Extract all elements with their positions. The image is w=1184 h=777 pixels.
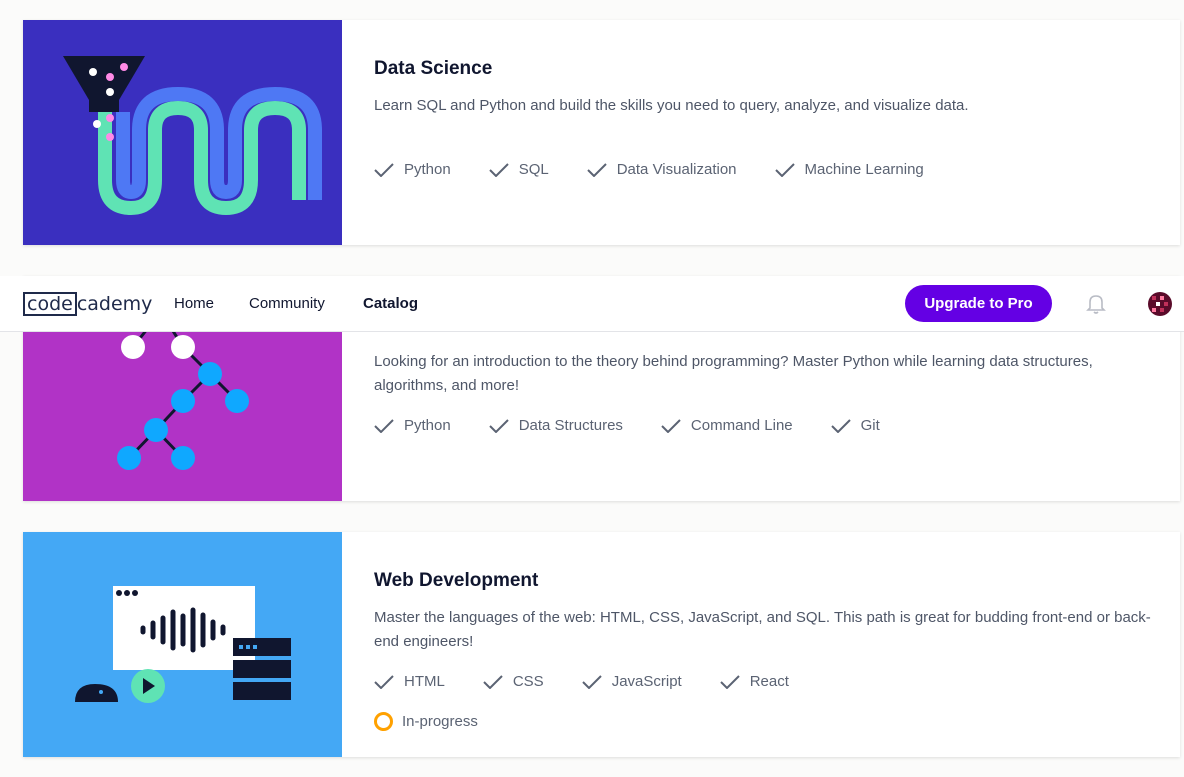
skill-item: React (720, 673, 789, 690)
avatar[interactable] (1148, 292, 1172, 316)
nav-home-link[interactable]: Home (174, 295, 214, 312)
skill-list: HTML CSS JavaScript React (374, 673, 827, 690)
skill-item: SQL (488, 161, 549, 178)
nav-community-link[interactable]: Community (249, 295, 325, 312)
bell-icon[interactable] (1086, 293, 1106, 315)
skill-item: Command Line (661, 417, 793, 434)
card-title[interactable]: Web Development (374, 570, 538, 592)
check-icon (774, 162, 795, 177)
skill-list: Python SQL Data Visualization Machine Le… (374, 161, 962, 178)
check-icon (488, 162, 509, 177)
check-icon (483, 674, 503, 689)
web-development-illustration (23, 532, 342, 757)
skill-item: Data Structures (488, 417, 623, 434)
check-icon (374, 162, 394, 177)
check-icon (374, 418, 394, 433)
card-info: Web Development Master the languages of … (342, 532, 1180, 757)
skill-item: Git (830, 417, 880, 434)
check-icon (488, 418, 509, 433)
codecademy-logo[interactable]: code cademy (23, 292, 152, 316)
skill-item: CSS (483, 673, 544, 690)
skill-item: Python (374, 161, 451, 178)
check-icon (720, 674, 740, 689)
skill-item: JavaScript (581, 673, 682, 690)
skill-list: Python Data Structures Command Line Git (374, 417, 918, 434)
progress-status: In-progress (374, 712, 478, 731)
card-info: Data Science Learn SQL and Python and bu… (342, 20, 1180, 245)
skill-item: Data Visualization (587, 161, 737, 178)
check-icon (661, 418, 681, 433)
path-card-web-development[interactable]: Web Development Master the languages of … (23, 532, 1180, 757)
skill-item: Python (374, 417, 451, 434)
check-icon (374, 674, 394, 689)
card-description: Master the languages of the web: HTML, C… (374, 609, 1151, 650)
card-description: Learn SQL and Python and build the skill… (374, 97, 969, 114)
progress-label: In-progress (402, 713, 478, 730)
upgrade-to-pro-button[interactable]: Upgrade to Pro (905, 285, 1052, 322)
nav-catalog-link[interactable]: Catalog (363, 295, 418, 312)
logo-box-text: code (23, 292, 77, 316)
logo-rest-text: cademy (76, 293, 153, 315)
card-description: Looking for an introduction to the theor… (374, 353, 1093, 394)
data-science-illustration (23, 20, 342, 245)
skill-item: Machine Learning (774, 161, 924, 178)
card-title[interactable]: Data Science (374, 58, 492, 80)
path-card-data-science[interactable]: Data Science Learn SQL and Python and bu… (23, 20, 1180, 245)
check-icon (830, 418, 851, 433)
progress-ring-icon (374, 712, 393, 731)
check-icon (581, 674, 602, 689)
top-navigation-bar: code cademy Home Community Catalog Upgrad… (0, 276, 1184, 332)
check-icon (587, 162, 607, 177)
skill-item: HTML (374, 673, 445, 690)
